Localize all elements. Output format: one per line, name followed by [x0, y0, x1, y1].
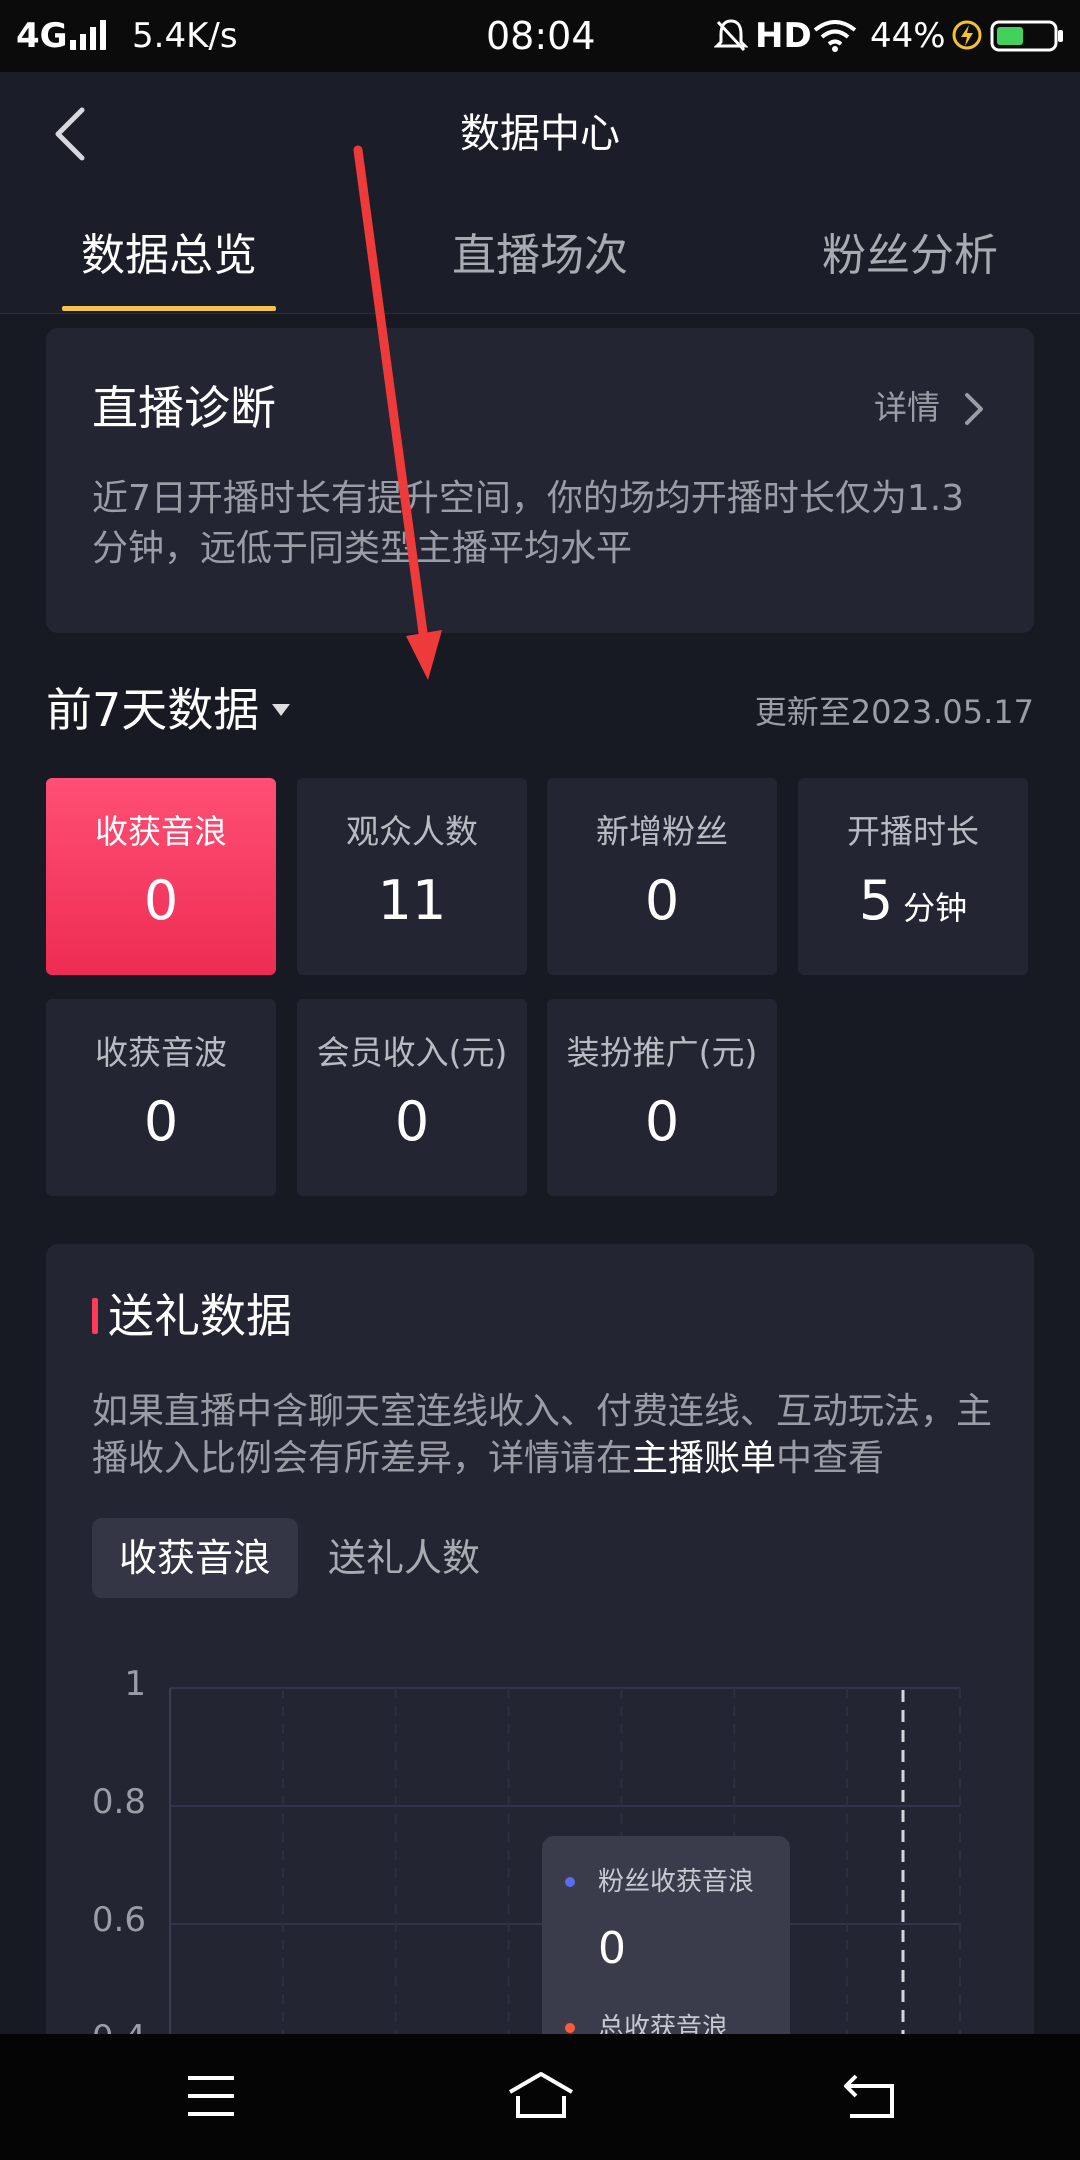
gift-desc-line1: 如果直播中含聊天室连线收入、付费连线、互动玩法，主: [92, 1391, 993, 1432]
diagnosis-text-line1: 近7日开播时长有提升空间，你的场均开播时长仅为1.3: [92, 478, 965, 519]
diagnosis-title: 直播诊断: [92, 381, 276, 435]
gift-desc-text: 中查看: [776, 1438, 885, 1479]
stat-value: 0: [143, 1090, 179, 1153]
page-title: 数据中心: [460, 111, 620, 157]
gift-chart: [169, 1687, 961, 2034]
detail-link[interactable]: 详情: [874, 386, 940, 430]
y-tick-label: 1: [124, 1664, 146, 1704]
stat-value: 0: [644, 869, 680, 932]
anchor-bill-link[interactable]: 主播账单: [632, 1438, 776, 1479]
back-icon[interactable]: [842, 2072, 898, 2120]
stat-sound-pulse[interactable]: 收获音波 0: [46, 999, 276, 1196]
stat-value: 0: [143, 869, 179, 932]
y-tick-label: 0.6: [91, 1900, 146, 1940]
stat-sound-waves[interactable]: 收获音浪 0: [46, 778, 276, 975]
subtab-gift-senders[interactable]: 送礼人数: [328, 1518, 480, 1598]
home-icon[interactable]: [506, 2070, 576, 2122]
chevron-right-icon[interactable]: [962, 390, 986, 428]
legend-dot-fans: [565, 1877, 575, 1887]
section-marker: [92, 1298, 98, 1334]
battery-icon: [990, 20, 1063, 52]
system-nav-bar: [0, 2034, 1080, 2160]
tab-data-overview[interactable]: 数据总览: [62, 224, 276, 288]
stat-label: 收获音浪: [95, 812, 227, 851]
stat-decoration-promo[interactable]: 装扮推广(元) 0: [547, 999, 777, 1196]
network-speed: 5.4K/s: [132, 16, 238, 56]
stat-value: 0: [394, 1090, 430, 1153]
stat-label: 收获音波: [95, 1033, 227, 1072]
stat-live-duration[interactable]: 开播时长 5 分钟: [798, 778, 1028, 975]
stat-value: 11: [377, 869, 447, 932]
hd-indicator: HD: [755, 16, 812, 56]
period-selector[interactable]: 前7天数据: [46, 680, 259, 740]
stat-label: 装扮推广(元): [566, 1033, 758, 1072]
mute-bell-icon: [714, 19, 748, 52]
stat-label: 会员收入(元): [316, 1033, 508, 1072]
wifi-icon: [813, 20, 857, 52]
stat-label: 观众人数: [346, 812, 478, 851]
tooltip-series-1: 粉丝收获音浪: [598, 1867, 755, 1897]
signal-icon: [70, 20, 106, 50]
legend-dot-total: [565, 2023, 575, 2033]
updated-date: 更新至2023.05.17: [754, 693, 1034, 731]
stat-viewers[interactable]: 观众人数 11: [297, 778, 527, 975]
stat-unit: 分钟: [903, 889, 968, 927]
stat-member-income[interactable]: 会员收入(元) 0: [297, 999, 527, 1196]
stat-value: 0: [644, 1090, 680, 1153]
stat-value: 5: [858, 869, 894, 932]
tab-live-sessions[interactable]: 直播场次: [432, 224, 648, 288]
charging-icon: [952, 20, 982, 50]
dropdown-caret-icon[interactable]: [270, 702, 292, 718]
network-type: 4G: [16, 16, 68, 56]
subtab-sound-waves[interactable]: 收获音浪: [92, 1518, 298, 1598]
clock: 08:04: [486, 14, 596, 58]
gift-desc-line2: 播收入比例会有所差异，详情请在主播账单中查看: [92, 1434, 1012, 1484]
diagnosis-text-line2: 分钟，远低于同类型主播平均水平: [92, 528, 633, 569]
tab-fan-analysis[interactable]: 粉丝分析: [800, 224, 1020, 288]
stat-label: 新增粉丝: [596, 812, 728, 851]
stat-label: 开播时长: [847, 812, 979, 851]
tooltip-value: 0: [598, 1923, 626, 1974]
y-tick-label: 0.8: [91, 1782, 146, 1822]
header-divider: [0, 313, 1080, 314]
status-bar: 4G 5.4K/s 08:04 HD 44%: [0, 0, 1080, 72]
battery-percent: 44%: [870, 16, 946, 56]
menu-icon[interactable]: [186, 2074, 236, 2118]
stat-new-fans[interactable]: 新增粉丝 0: [547, 778, 777, 975]
gift-desc-text: 播收入比例会有所差异，详情请在: [92, 1438, 633, 1479]
tab-indicator: [62, 306, 276, 311]
gift-title: 送礼数据: [108, 1289, 292, 1343]
